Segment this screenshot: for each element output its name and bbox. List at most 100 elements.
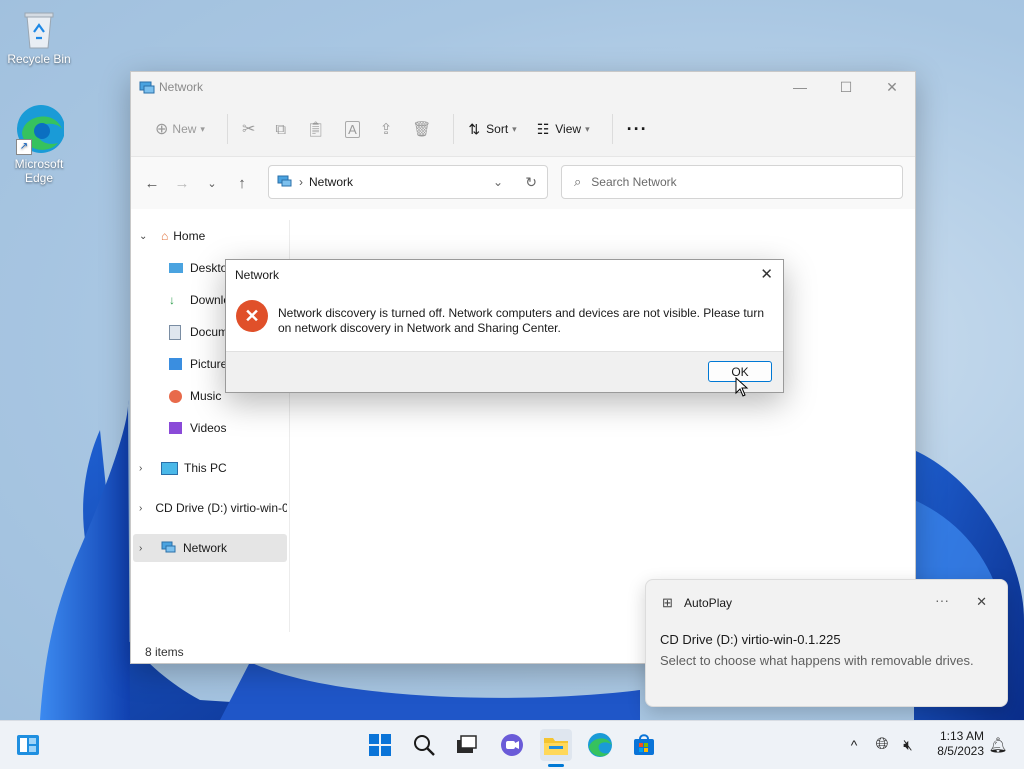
delete-button[interactable]: 🗑︎ [406, 113, 437, 145]
file-explorer-taskbar-button[interactable] [540, 729, 572, 767]
network-icon [277, 174, 293, 191]
chevron-down-icon: ▾ [200, 123, 205, 134]
dialog-title-bar[interactable]: Network ✕ [226, 260, 783, 290]
autoplay-icon: ⊞ [662, 595, 673, 610]
show-hidden-icons-button[interactable]: ^ [842, 729, 866, 761]
widgets-button[interactable] [12, 729, 44, 761]
recent-locations-button[interactable]: ⌄ [197, 177, 227, 190]
forward-button[interactable]: → [167, 175, 197, 192]
windows-logo-icon [369, 734, 391, 756]
music-icon [169, 389, 182, 403]
nav-label: Network [183, 541, 228, 555]
clock-time: 1:13 AM [939, 729, 984, 743]
edge-taskbar-button[interactable] [584, 729, 616, 761]
close-icon: ✕ [760, 266, 773, 283]
chevron-down-icon: ▾ [512, 123, 517, 134]
toast-more-button[interactable]: ··· [935, 592, 949, 608]
address-bar[interactable]: › Network ⌄ ↻ [268, 165, 548, 199]
autoplay-notification[interactable]: ⊞ AutoPlay ··· ✕ CD Drive (D:) virtio-wi… [645, 579, 1008, 707]
network-status-button[interactable]: 🌐︎ [870, 729, 894, 761]
new-button[interactable]: ⊕ New ▾ [149, 113, 211, 145]
command-bar: ⊕ New ▾ ✂ ⧉ 📋︎ A ⇪ 🗑︎ ⇅ Sort ▾ ☷ View ▾ … [131, 102, 915, 157]
dialog-close-button[interactable]: ✕ [760, 265, 773, 283]
notifications-button[interactable]: 🔔︎ [988, 729, 1008, 761]
chevron-down-icon: ⌄ [139, 230, 148, 242]
status-bar-item-count: 8 items [145, 645, 184, 659]
chevron-right-icon: › [139, 542, 143, 554]
picture-icon [169, 358, 182, 370]
network-icon [161, 540, 177, 557]
more-options-button[interactable]: ··· [621, 113, 654, 145]
edge-icon [588, 733, 612, 757]
active-indicator [548, 764, 564, 767]
task-view-icon [457, 735, 477, 753]
taskbar: ^ 🌐︎ 🔇︎ 1:13 AM 8/5/2023 🔔︎ [0, 720, 1024, 769]
ellipsis-icon: ··· [935, 592, 949, 608]
store-icon [634, 734, 654, 755]
breadcrumb-separator-icon: › [299, 175, 303, 189]
nav-item-cd-drive[interactable]: › CD Drive (D:) virtio-win-0.1.225 [139, 494, 287, 522]
toast-body: Select to choose what happens with remov… [660, 653, 974, 668]
start-button[interactable] [364, 729, 396, 761]
share-icon: ⇪ [379, 121, 393, 138]
download-arrow-icon: ↓ [169, 293, 175, 307]
nav-item-network[interactable]: › Network [133, 534, 287, 562]
shortcut-arrow-icon: ↗ [16, 139, 32, 155]
share-button[interactable]: ⇪ [374, 113, 399, 145]
clock-date: 8/5/2023 [937, 744, 984, 758]
clock[interactable]: 1:13 AM 8/5/2023 [926, 729, 984, 759]
document-icon [169, 324, 181, 340]
view-button[interactable]: ☷ View ▾ [531, 113, 596, 145]
rename-icon: A [345, 120, 360, 138]
nav-item-videos[interactable]: Videos [169, 414, 289, 442]
copy-button[interactable]: ⧉ [269, 113, 292, 145]
sort-button[interactable]: ⇅ Sort ▾ [462, 113, 522, 145]
chat-icon [501, 734, 523, 756]
maximize-button[interactable]: ☐ [823, 72, 869, 102]
chevron-down-icon[interactable]: ⌄ [493, 175, 503, 189]
search-button[interactable] [408, 729, 440, 761]
desktop-icon-microsoft-edge[interactable]: ↗ Microsoft Edge [4, 103, 74, 185]
chevron-up-icon: ^ [850, 737, 858, 753]
minimize-button[interactable]: — [777, 72, 823, 102]
toast-title: CD Drive (D:) virtio-win-0.1.225 [660, 632, 841, 647]
window-title: Network [159, 80, 204, 94]
rename-button[interactable]: A [339, 113, 366, 145]
title-bar[interactable]: Network — ☐ ✕ [131, 72, 915, 102]
back-button[interactable]: ← [137, 175, 167, 192]
mouse-cursor-icon [735, 377, 749, 397]
search-placeholder: Search Network [591, 175, 677, 189]
toast-app-name: AutoPlay [684, 596, 733, 610]
task-view-button[interactable] [450, 729, 482, 761]
bell-icon: 🔔︎ [988, 737, 1008, 754]
cut-button[interactable]: ✂ [236, 113, 261, 145]
sort-arrows-icon: ⇅ [468, 120, 481, 137]
close-window-button[interactable]: ✕ [869, 72, 915, 102]
desktop-icon-recycle-bin[interactable]: Recycle Bin [4, 10, 74, 66]
dialog-message: Network discovery is turned off. Network… [278, 306, 764, 335]
network-icon [139, 79, 155, 98]
volume-button[interactable]: 🔇︎ [896, 729, 920, 761]
recycle-bin-icon [20, 10, 58, 50]
chevron-right-icon: › [139, 462, 143, 474]
chat-button[interactable] [496, 729, 528, 761]
nav-label: Music [190, 389, 222, 403]
globe-icon: 🌐︎ [875, 736, 889, 753]
refresh-icon[interactable]: ↻ [525, 174, 537, 191]
nav-item-home[interactable]: ⌄ ⌂ Home [139, 222, 205, 250]
divider [611, 114, 613, 144]
desktop-icon-label: Recycle Bin [7, 52, 71, 66]
store-taskbar-button[interactable] [628, 729, 660, 761]
nav-item-this-pc[interactable]: › This PC [139, 454, 227, 482]
divider [226, 114, 228, 144]
toast-close-button[interactable]: ✕ [976, 594, 987, 610]
scissors-icon: ✂ [241, 121, 256, 138]
search-icon [414, 735, 435, 756]
up-button[interactable]: ↑ [227, 175, 257, 192]
search-box[interactable]: ⌕ Search Network [561, 165, 903, 199]
paste-button[interactable]: 📋︎ [300, 113, 331, 145]
breadcrumb-network[interactable]: Network [309, 175, 353, 189]
desktop-folder-icon [169, 263, 183, 273]
computer-icon [161, 461, 178, 475]
chevron-right-icon: › [139, 502, 143, 514]
